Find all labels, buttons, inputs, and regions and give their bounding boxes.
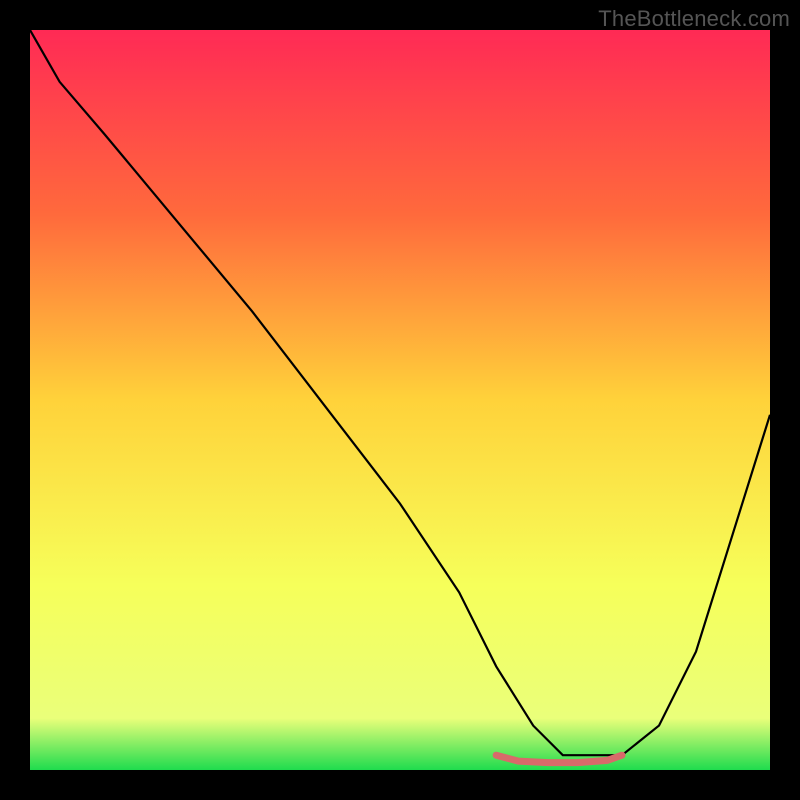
chart-svg [30,30,770,770]
chart-frame: TheBottleneck.com [0,0,800,800]
gradient-background [30,30,770,770]
plot-area [30,30,770,770]
watermark-text: TheBottleneck.com [598,6,790,32]
